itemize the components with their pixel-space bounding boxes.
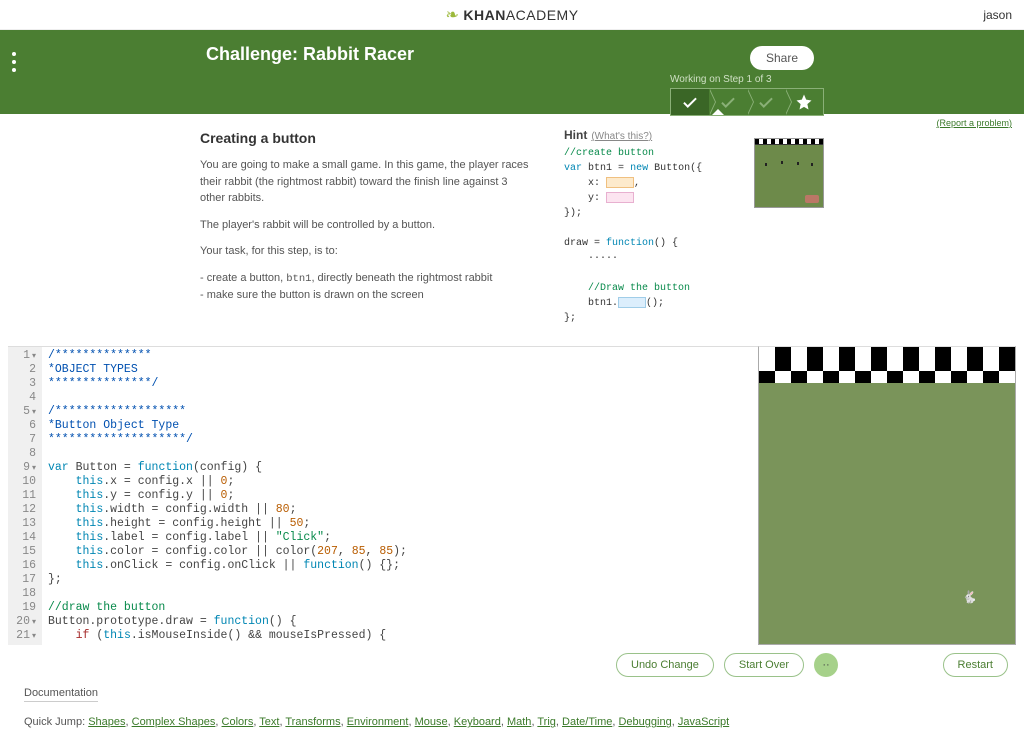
step-chevrons <box>670 88 824 116</box>
action-buttons-row: Undo Change Start Over ·· Restart <box>0 645 1024 681</box>
rabbit-icon: 🐇 <box>962 590 977 604</box>
hint-blank-method[interactable] <box>618 297 646 308</box>
mini-rabbit <box>811 163 813 166</box>
logo-right: ACADEMY <box>506 7 579 23</box>
mini-rabbit <box>781 161 783 164</box>
mini-rabbit <box>797 162 799 165</box>
documentation-section: Documentation Quick Jump: Shapes, Comple… <box>0 681 1024 738</box>
docs-link[interactable]: Complex Shapes <box>132 716 216 728</box>
docs-link[interactable]: Text <box>259 716 279 728</box>
mini-checker-icon <box>755 139 823 145</box>
docs-link[interactable]: Transforms <box>285 716 340 728</box>
user-menu[interactable]: jason <box>983 8 1012 22</box>
docs-link[interactable]: Trig <box>537 716 556 728</box>
output-canvas: 🐇 <box>758 346 1016 645</box>
docs-link[interactable]: Debugging <box>618 716 671 728</box>
report-problem-link[interactable]: (Report a problem) <box>936 118 1012 128</box>
buddy-face-icon[interactable]: ·· <box>814 653 838 677</box>
instructions-p3: Your task, for this step, is to: <box>200 243 534 260</box>
progress-label: Working on Step 1 of 3 <box>670 74 824 85</box>
docs-link[interactable]: JavaScript <box>678 716 729 728</box>
instructions-heading: Creating a button <box>200 128 534 149</box>
undo-button[interactable]: Undo Change <box>616 653 714 677</box>
mini-button <box>805 195 819 203</box>
instructions-p2: The player's rabbit will be controlled b… <box>200 217 534 234</box>
logo[interactable]: ❧ KHANACADEMY <box>445 5 578 25</box>
instructions: Creating a button You are going to make … <box>200 128 534 326</box>
editor-row: 123456789101112131415161718192021 /*****… <box>8 346 1016 645</box>
docs-link[interactable]: Environment <box>347 716 409 728</box>
hint-blank-x[interactable] <box>606 177 634 188</box>
code-text[interactable]: /************** *OBJECT TYPES **********… <box>42 347 413 645</box>
instructions-p1: You are going to make a small game. In t… <box>200 157 534 207</box>
challenge-title: Challenge: Rabbit Racer <box>206 44 824 65</box>
step-1[interactable] <box>671 89 709 115</box>
code-editor[interactable]: 123456789101112131415161718192021 /*****… <box>8 346 758 645</box>
docs-link[interactable]: Keyboard <box>454 716 501 728</box>
docs-link[interactable]: Colors <box>222 716 254 728</box>
content-area: (Report a problem) Creating a button You… <box>0 114 1024 346</box>
instructions-bullet2: - make sure the button is drawn on the s… <box>200 287 534 304</box>
progress-tracker: Working on Step 1 of 3 <box>670 74 824 116</box>
docs-link[interactable]: Shapes <box>88 716 125 728</box>
docs-link[interactable]: Date/Time <box>562 716 612 728</box>
quick-jump: Quick Jump: Shapes, Complex Shapes, Colo… <box>24 716 1000 728</box>
checker-row2 <box>759 371 1015 383</box>
hint-whats-this-link[interactable]: (What's this?) <box>591 131 652 142</box>
logo-left: KHAN <box>463 7 505 23</box>
docs-link[interactable]: Mouse <box>415 716 448 728</box>
line-gutter: 123456789101112131415161718192021 <box>8 347 42 645</box>
topbar: ❧ KHANACADEMY jason <box>0 0 1024 30</box>
hint-blank-y[interactable] <box>606 192 634 203</box>
mini-rabbit <box>765 163 767 166</box>
challenge-header: Challenge: Rabbit Racer Share Working on… <box>0 30 1024 114</box>
start-over-button[interactable]: Start Over <box>724 653 804 677</box>
share-button[interactable]: Share <box>750 46 814 70</box>
mini-preview <box>754 138 824 208</box>
restart-button[interactable]: Restart <box>943 653 1008 677</box>
instructions-bullet1: - create a button, btn1, directly beneat… <box>200 270 534 288</box>
docs-heading: Documentation <box>24 687 98 702</box>
docs-link[interactable]: Math <box>507 716 531 728</box>
checker-row1 <box>759 347 1015 371</box>
leaf-icon: ❧ <box>445 5 459 25</box>
menu-dots-icon[interactable] <box>12 52 16 72</box>
